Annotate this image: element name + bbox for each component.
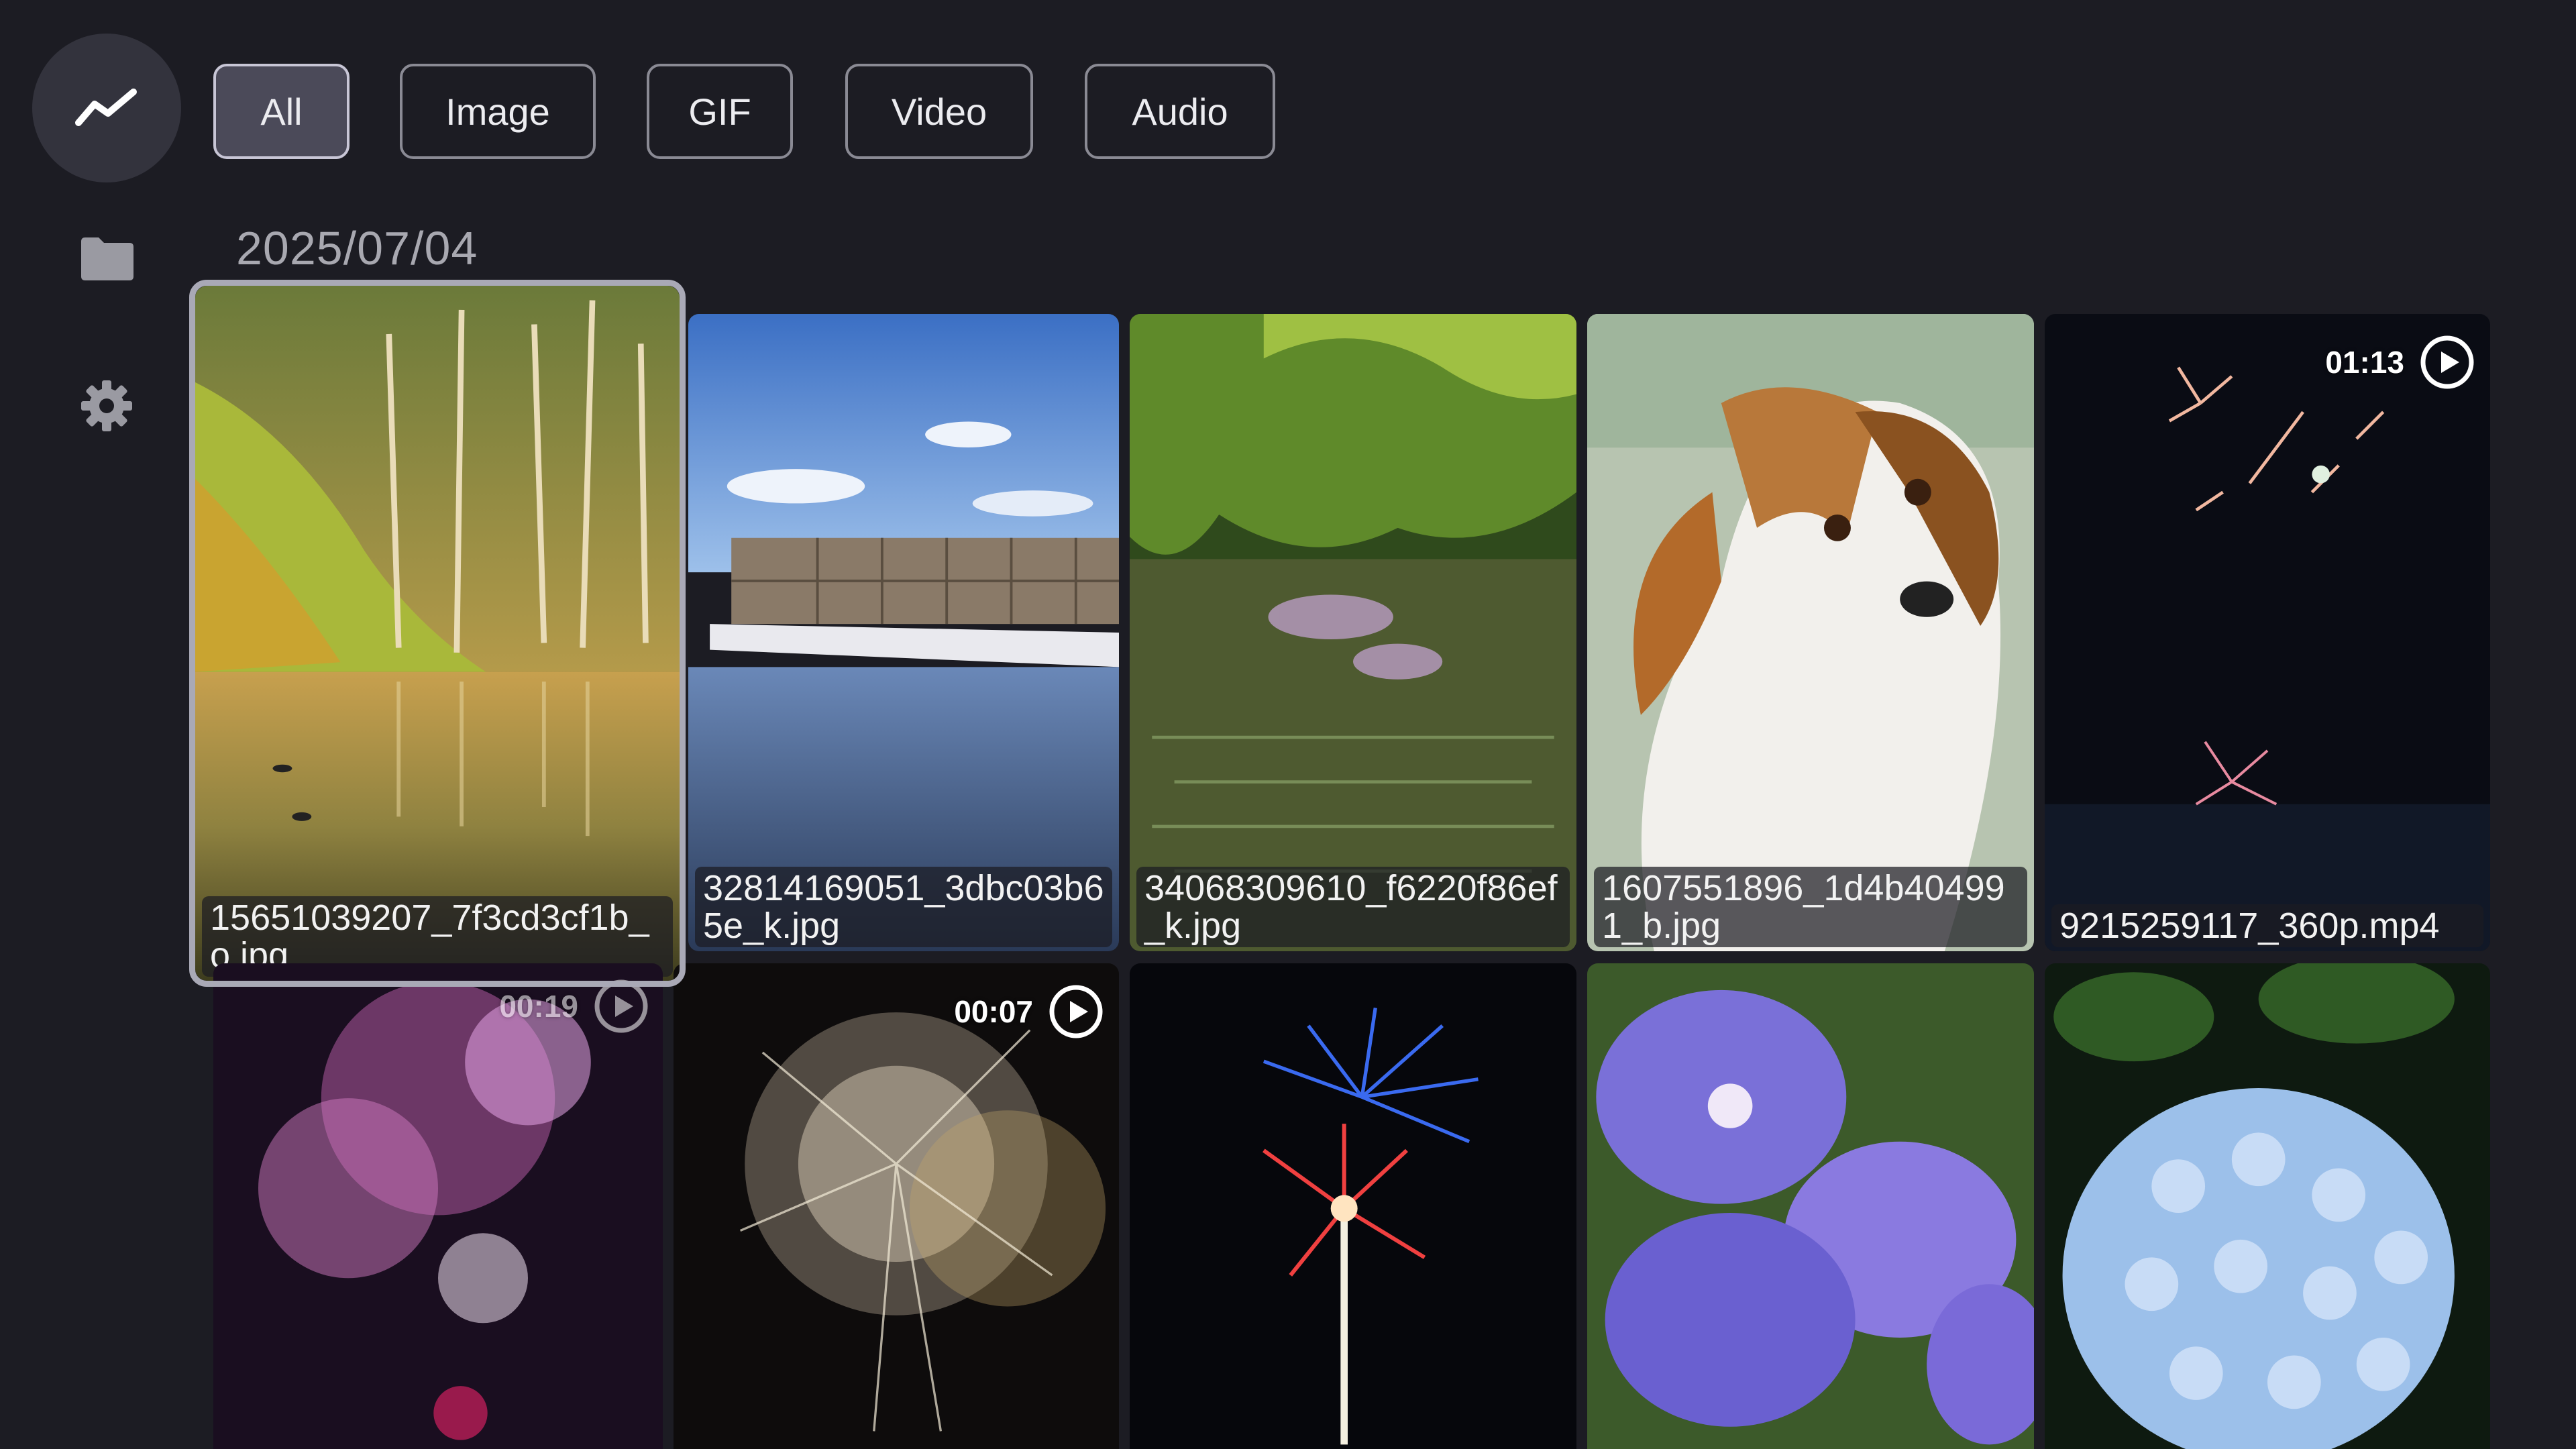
play-icon bbox=[2420, 335, 2474, 389]
media-filename: 34068309610_f6220f86ef_k.jpg bbox=[1136, 867, 1570, 947]
media-tile[interactable]: 00:19 bbox=[213, 963, 663, 1449]
thumbnail-image bbox=[1587, 963, 2034, 1449]
thumbnail-image bbox=[688, 314, 1119, 951]
play-icon bbox=[594, 979, 648, 1033]
thumbnail-image bbox=[195, 286, 680, 981]
video-duration-badge: 00:19 bbox=[499, 978, 649, 1034]
media-tile[interactable] bbox=[1587, 963, 2034, 1449]
media-tile[interactable]: 15651039207_7f3cd3cf1b_o.jpg bbox=[195, 286, 680, 981]
media-grid: 15651039207_7f3cd3cf1b_o.jpg 32814169051… bbox=[0, 0, 2576, 1449]
media-tile[interactable]: 1607551896_1d4b404991_b.jpg bbox=[1587, 314, 2034, 951]
media-filename: 32814169051_3dbc03b65e_k.jpg bbox=[695, 867, 1112, 947]
thumbnail-image bbox=[2045, 314, 2490, 951]
media-tile[interactable]: 34068309610_f6220f86ef_k.jpg bbox=[1130, 314, 1576, 951]
thumbnail-image bbox=[1130, 314, 1576, 951]
video-duration-badge: 00:07 bbox=[954, 983, 1104, 1040]
media-tile[interactable]: 01:13 9215259117_360p.mp4 bbox=[2045, 314, 2490, 951]
media-tile[interactable] bbox=[1130, 963, 1576, 1449]
thumbnail-image bbox=[213, 963, 663, 1449]
play-icon bbox=[1049, 985, 1103, 1038]
thumbnail-image bbox=[1587, 314, 2034, 951]
media-tile[interactable]: 32814169051_3dbc03b65e_k.jpg bbox=[688, 314, 1119, 951]
media-tile[interactable] bbox=[2045, 963, 2490, 1449]
media-tile[interactable]: 00:07 bbox=[674, 963, 1119, 1449]
media-filename: 1607551896_1d4b404991_b.jpg bbox=[1594, 867, 2027, 947]
thumbnail-image bbox=[1130, 963, 1576, 1449]
video-duration-badge: 01:13 bbox=[2325, 334, 2475, 390]
thumbnail-image bbox=[2045, 963, 2490, 1449]
media-filename: 9215259117_360p.mp4 bbox=[2051, 904, 2483, 947]
